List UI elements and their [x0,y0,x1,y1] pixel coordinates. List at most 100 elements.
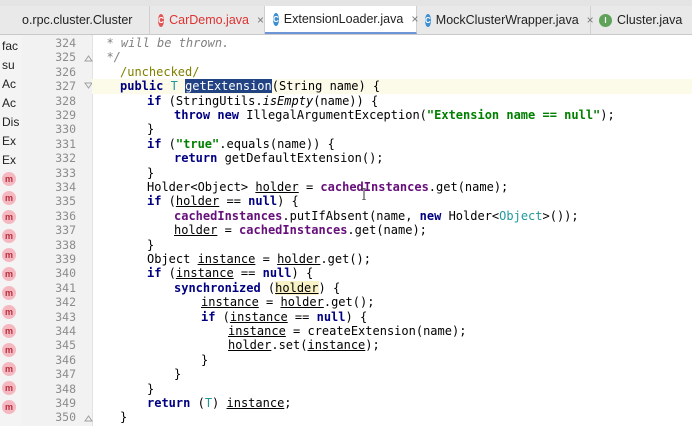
comment: * will be thrown. [92,36,230,50]
close-icon[interactable]: × [257,13,264,27]
code-line-341[interactable]: synchronized (holder) { [92,280,692,295]
code-line-330[interactable]: } [92,122,692,136]
line-number: 345 [55,338,76,353]
code-line-342[interactable]: instance = holder.get(); [92,295,692,309]
line-number: 347 [55,367,76,382]
structure-item[interactable]: Ex [2,153,16,167]
class-icon: C [273,12,279,26]
code-line-349[interactable]: return (T) instance; [92,396,692,410]
method-icon[interactable]: m [2,343,16,357]
field: cachedInstances [174,208,283,223]
code-text: ) { [291,266,314,281]
code-text: (name)) { [313,93,379,108]
variable: holder [174,223,218,238]
structure-item[interactable]: Dis [2,115,19,129]
method-icon[interactable]: m [2,229,16,243]
code-line-344[interactable]: instance = createExtension(name); [92,324,692,338]
code-line-348[interactable]: } [92,382,692,396]
code-text: (StringUtils. [161,93,263,108]
code-text: .get(); [320,252,371,266]
code-text: ( [161,136,176,151]
code-text: = [217,223,240,238]
method-icon[interactable]: m [2,381,16,395]
method-icon[interactable]: m [2,172,16,186]
method-icon[interactable]: m [2,305,16,319]
code-line-331[interactable]: if ("true".equals(name)) { [92,137,692,151]
tab-extensionloader[interactable]: C ExtensionLoader.java × [265,6,418,34]
tab-cardemo[interactable]: C CarDemo.java × [150,6,265,34]
variable: holder [228,338,272,353]
code-line-324[interactable]: * will be thrown. [92,36,692,50]
method-icon[interactable]: m [2,362,16,376]
code-line-347[interactable]: } [92,367,692,381]
selected-method-name[interactable]: getExtension [185,79,272,94]
field: stances [378,180,429,194]
code-text: .get(name); [428,180,509,194]
keyword: return [174,151,218,166]
code-editor[interactable]: * will be thrown. */ /unchecked/ public … [92,35,692,426]
line-number: 338 [55,237,76,252]
code-line-325[interactable]: */ [92,50,692,64]
code-text: IllegalArgumentException( [239,108,427,122]
method-icon[interactable]: m [2,324,16,338]
type-hint: Object [499,208,543,223]
code-text: .equals(name)) { [219,136,335,151]
line-number: 337 [55,223,76,238]
method-icon[interactable]: m [2,286,16,300]
code-text: Holder< [441,208,500,223]
line-number: 336 [55,208,76,223]
code-line-326[interactable]: /unchecked/ [92,65,692,79]
method-icon[interactable]: m [2,400,16,414]
method-icon[interactable]: m [2,191,16,205]
code-line-332[interactable]: return getDefaultExtension(); [92,151,692,165]
comment: */ [92,50,121,65]
keyword: null [262,266,292,281]
code-line-333[interactable]: } [92,166,692,180]
line-number: 332 [55,151,76,166]
tab-label: CarDemo.java [169,13,249,27]
tab-cluster-class[interactable]: o.rpc.cluster.Cluster [0,6,150,34]
code-line-327[interactable]: public T getExtension(String name) { [92,79,692,94]
code-text: == [287,309,317,324]
code-line-329[interactable]: throw new IllegalArgumentException("Exte… [92,108,692,122]
method-icon[interactable]: m [2,267,16,281]
field: cachedInstances [239,223,348,238]
code-text: } [147,122,155,137]
code-line-346[interactable]: } [92,353,692,367]
code-line-343[interactable]: if (instance == null) { [92,310,692,324]
tab-cluster-interface[interactable]: I Cluster.java [591,6,692,34]
tab-mockclusterwrapper[interactable]: C MockClusterWrapper.java × [417,6,594,34]
code-text: .get(); [323,295,375,310]
code-line-339[interactable]: Object instance = holder.get(); [92,252,692,266]
structure-item[interactable]: Ac [2,77,16,91]
keyword: if [147,266,162,281]
code-text: == [233,266,263,281]
code-line-350[interactable]: } [92,410,692,424]
code-line-345[interactable]: holder.set(instance); [92,338,692,352]
code-line-336[interactable]: cachedInstances.putIfAbsent(name, new Ho… [92,209,692,223]
method-icon[interactable]: m [2,210,16,224]
code-line-328[interactable]: if (StringUtils.isEmpty(name)) { [92,94,692,108]
code-text: ( [260,280,276,295]
keyword: null [248,194,278,209]
structure-item[interactable]: Ac [2,96,16,110]
code-text: ) { [345,309,368,324]
structure-item[interactable]: fac [2,39,18,53]
structure-item[interactable]: Ex [2,134,16,148]
code-line-340[interactable]: if (instance == null) { [92,266,692,280]
structure-item[interactable]: su [2,58,15,72]
code-text: ; [284,396,292,410]
code-line-338[interactable]: } [92,238,692,252]
code-text: (String name) { [271,79,381,94]
variable: holder [277,252,321,266]
code-line-335[interactable]: if (holder == null) { [92,194,692,208]
code-line-334[interactable]: Holder<Object> holder = cachedInstances.… [92,180,692,194]
code-text: ); [600,108,615,122]
line-number: 341 [55,280,76,295]
keyword: throw [174,108,211,122]
variable: holder [280,295,324,310]
method-icon[interactable]: m [2,248,16,262]
variable: instance [307,338,366,353]
code-line-337[interactable]: holder = cachedInstances.get(name); [92,223,692,237]
line-number: 324 [55,36,76,50]
